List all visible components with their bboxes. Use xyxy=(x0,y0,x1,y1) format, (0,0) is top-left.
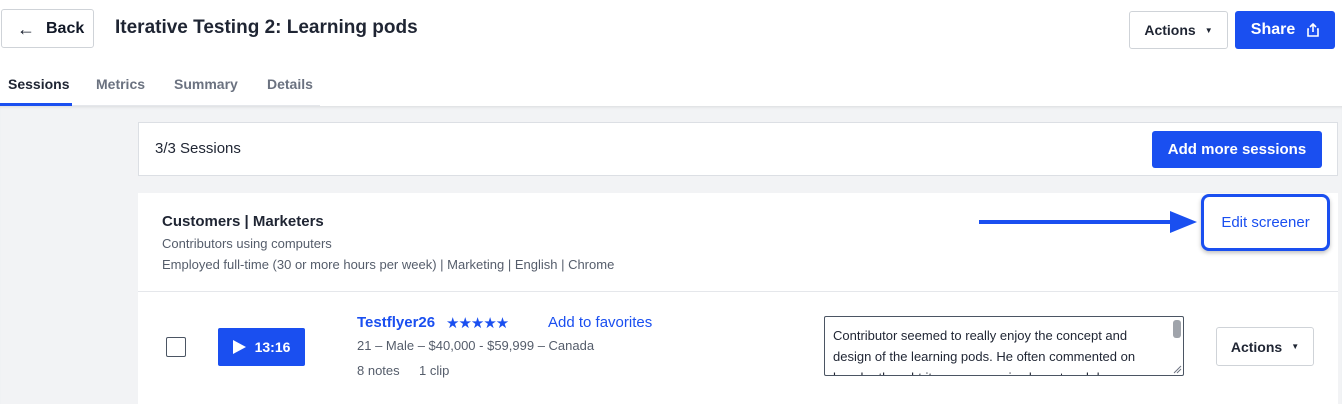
resize-handle-icon[interactable] xyxy=(1173,365,1182,374)
group-title: Customers | Marketers xyxy=(162,213,324,230)
session-select-checkbox[interactable] xyxy=(166,337,186,357)
page-header: ← Back Iterative Testing 2: Learning pod… xyxy=(0,0,1342,62)
actions-dropdown-button[interactable]: Actions ▼ xyxy=(1129,11,1228,49)
notes-count: 8 notes xyxy=(357,363,400,378)
sessions-count: 3/3 Sessions xyxy=(155,140,241,157)
arrow-left-icon: ← xyxy=(17,18,35,39)
group-criteria: Employed full-time (30 or more hours per… xyxy=(162,257,615,272)
clips-count: 1 clip xyxy=(419,363,450,378)
session-duration: 13:16 xyxy=(254,339,291,355)
arrow-right-icon xyxy=(979,211,1197,233)
session-note-text: Contributor seemed to really enjoy the c… xyxy=(833,328,1136,375)
note-scrollbar[interactable] xyxy=(1173,320,1181,338)
play-icon xyxy=(232,340,246,354)
page-title: Iterative Testing 2: Learning pods xyxy=(115,17,418,38)
sessions-bar: 3/3 Sessions Add more sessions xyxy=(138,122,1338,176)
group-subtitle: Contributors using computers xyxy=(162,236,332,251)
contributor-name-link[interactable]: Testflyer26 xyxy=(357,314,435,331)
group-divider xyxy=(138,291,1338,292)
caret-down-icon: ▼ xyxy=(1291,342,1300,351)
share-icon xyxy=(1307,23,1320,37)
share-button-label: Share xyxy=(1250,21,1296,38)
tab-metrics[interactable]: Metrics xyxy=(96,62,145,106)
session-note-textarea[interactable]: Contributor seemed to really enjoy the c… xyxy=(824,316,1184,376)
session-actions-label: Actions xyxy=(1230,338,1283,355)
contributor-demographics: 21 – Male – $40,000 - $59,999 – Canada xyxy=(357,338,595,353)
back-button[interactable]: ← Back xyxy=(1,9,94,48)
tab-sessions[interactable]: Sessions xyxy=(0,62,72,106)
add-more-sessions-button[interactable]: Add more sessions xyxy=(1152,131,1322,168)
add-to-favorites-link[interactable]: Add to favorites xyxy=(548,314,652,331)
play-session-button[interactable]: 13:16 xyxy=(218,328,305,366)
audience-group-card: Customers | Marketers Contributors using… xyxy=(138,193,1338,404)
edit-screener-button[interactable]: Edit screener xyxy=(1201,194,1330,251)
share-button[interactable]: Share xyxy=(1235,11,1335,49)
tab-details[interactable]: Details xyxy=(267,62,313,106)
actions-dropdown-label: Actions xyxy=(1144,22,1196,38)
star-icon: ★★★★★ xyxy=(446,315,509,332)
caret-down-icon: ▼ xyxy=(1204,25,1213,35)
back-button-label: Back xyxy=(46,19,85,37)
session-actions-dropdown[interactable]: Actions ▼ xyxy=(1216,327,1314,366)
tab-summary[interactable]: Summary xyxy=(174,62,238,106)
